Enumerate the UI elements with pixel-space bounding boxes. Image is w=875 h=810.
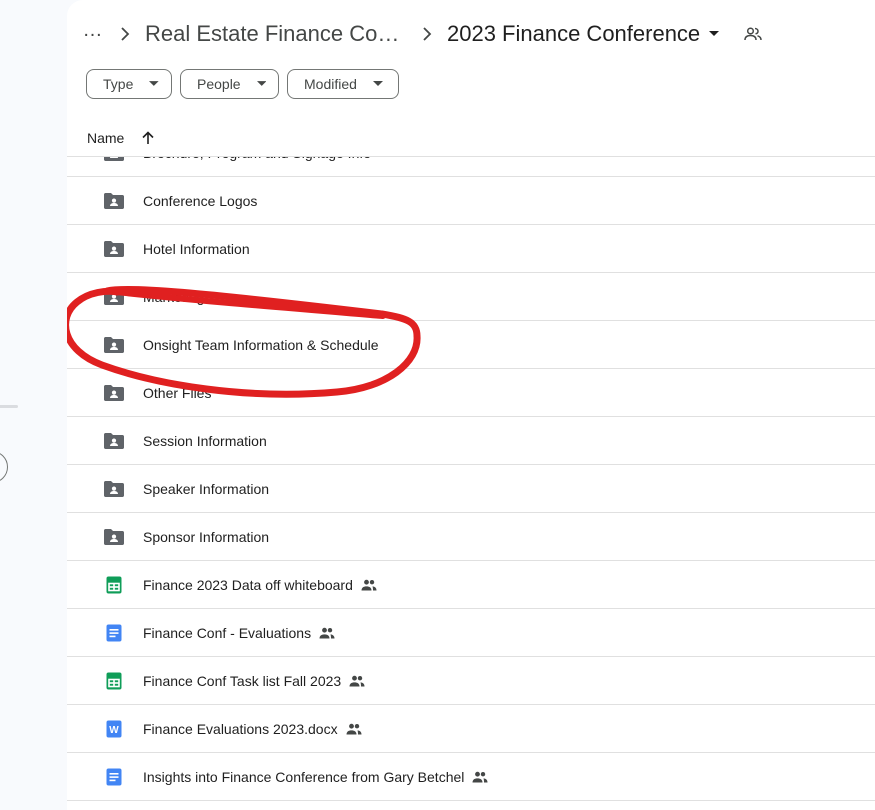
- file-list: Brochure, Program and Signage InfoConfer…: [67, 129, 875, 801]
- file-row[interactable]: Conference Logos: [67, 177, 875, 225]
- file-name: Finance Conf Task list Fall 2023: [143, 672, 342, 689]
- chip-label: People: [197, 76, 241, 92]
- file-name-wrap: Finance Conf - Evaluations: [143, 625, 335, 641]
- google-docs-icon: [103, 623, 125, 643]
- file-name-wrap: Onsight Team Information & Schedule: [143, 337, 379, 353]
- caret-down-icon: [149, 81, 159, 86]
- file-row[interactable]: Other Files: [67, 369, 875, 417]
- more-horizontal-icon[interactable]: …: [81, 19, 105, 46]
- file-name: Onsight Team Information & Schedule: [143, 336, 379, 353]
- shared-folder-icon: [103, 383, 125, 403]
- file-name-wrap: Session Information: [143, 433, 267, 449]
- file-row[interactable]: Hotel Information: [67, 225, 875, 273]
- breadcrumb-current-label: 2023 Finance Conference: [447, 21, 701, 46]
- file-name: Insights into Finance Conference from Ga…: [143, 768, 465, 785]
- caret-down-icon: [256, 81, 266, 86]
- file-row[interactable]: Speaker Information: [67, 465, 875, 513]
- shared-folder-icon: [103, 431, 125, 451]
- breadcrumb-parent[interactable]: Real Estate Finance Co…: [145, 21, 407, 47]
- shared-folder-icon: [103, 527, 125, 547]
- file-row[interactable]: Finance Conf Task list Fall 2023: [67, 657, 875, 705]
- caret-down-icon: [372, 81, 383, 86]
- file-name: Hotel Information: [143, 240, 250, 257]
- file-name: Finance Conf - Evaluations: [143, 624, 312, 641]
- file-row[interactable]: Finance Conf - Evaluations: [67, 609, 875, 657]
- people-icon: [472, 771, 488, 783]
- modified-filter-chip[interactable]: Modified: [287, 69, 399, 99]
- google-sheets-icon: [103, 671, 125, 691]
- file-name: Conference Logos: [143, 192, 258, 209]
- word-document-icon: W: [103, 719, 125, 739]
- shared-folder-icon: [103, 239, 125, 259]
- file-name: Sponsor Information: [143, 528, 270, 545]
- google-sheets-icon: [103, 575, 125, 595]
- file-name-wrap: Speaker Information: [143, 481, 269, 497]
- breadcrumb: … Real Estate Finance Co… 2023 Finance C…: [81, 16, 762, 52]
- people-icon[interactable]: [744, 27, 762, 41]
- file-row[interactable]: Sponsor Information: [67, 513, 875, 561]
- chevron-right-icon: [407, 27, 447, 41]
- file-name-wrap: Finance Evaluations 2023.docx: [143, 721, 362, 737]
- rail-divider: [0, 405, 18, 408]
- people-icon: [319, 627, 335, 639]
- people-icon: [346, 723, 362, 735]
- people-filter-chip[interactable]: People: [180, 69, 279, 99]
- list-header: Name: [67, 120, 875, 157]
- file-name: Speaker Information: [143, 480, 270, 497]
- file-name-wrap: Other Files: [143, 385, 211, 401]
- file-row[interactable]: Marketing: [67, 273, 875, 321]
- file-name-wrap: Sponsor Information: [143, 529, 269, 545]
- shared-folder-icon: [103, 191, 125, 211]
- people-icon: [361, 579, 377, 591]
- people-icon: [349, 675, 365, 687]
- left-rail: [0, 0, 67, 810]
- shared-folder-icon: [103, 335, 125, 355]
- svg-text:W: W: [109, 725, 119, 736]
- shared-folder-icon: [103, 479, 125, 499]
- type-filter-chip[interactable]: Type: [86, 69, 172, 99]
- rail-button[interactable]: [0, 451, 8, 483]
- arrow-up-icon[interactable]: [142, 131, 154, 145]
- file-row[interactable]: Finance 2023 Data off whiteboard: [67, 561, 875, 609]
- shared-folder-icon: [103, 287, 125, 307]
- file-name-wrap: Marketing: [143, 289, 204, 305]
- file-name: Session Information: [143, 432, 267, 449]
- file-name-wrap: Insights into Finance Conference from Ga…: [143, 769, 488, 785]
- filter-chips: Type People Modified: [86, 69, 399, 99]
- name-column-header[interactable]: Name: [87, 130, 124, 146]
- chip-label: Modified: [304, 76, 357, 92]
- file-name-wrap: Finance 2023 Data off whiteboard: [143, 577, 377, 593]
- chevron-right-icon: [105, 27, 145, 41]
- chip-label: Type: [103, 76, 134, 92]
- file-name-wrap: Conference Logos: [143, 193, 257, 209]
- file-browser: … Real Estate Finance Co… 2023 Finance C…: [67, 0, 875, 810]
- file-name: Finance Evaluations 2023.docx: [143, 720, 338, 737]
- file-row[interactable]: Onsight Team Information & Schedule: [67, 321, 875, 369]
- file-name: Finance 2023 Data off whiteboard: [143, 576, 353, 593]
- file-row[interactable]: Session Information: [67, 417, 875, 465]
- file-name-wrap: Hotel Information: [143, 241, 250, 257]
- file-name: Other Files: [143, 384, 212, 401]
- file-name-wrap: Finance Conf Task list Fall 2023: [143, 673, 365, 689]
- caret-down-icon: [708, 30, 720, 38]
- file-row[interactable]: Insights into Finance Conference from Ga…: [67, 753, 875, 801]
- file-name: Marketing: [143, 288, 205, 305]
- google-docs-icon: [103, 767, 125, 787]
- breadcrumb-current-folder[interactable]: 2023 Finance Conference: [447, 21, 720, 47]
- file-row[interactable]: W Finance Evaluations 2023.docx: [67, 705, 875, 753]
